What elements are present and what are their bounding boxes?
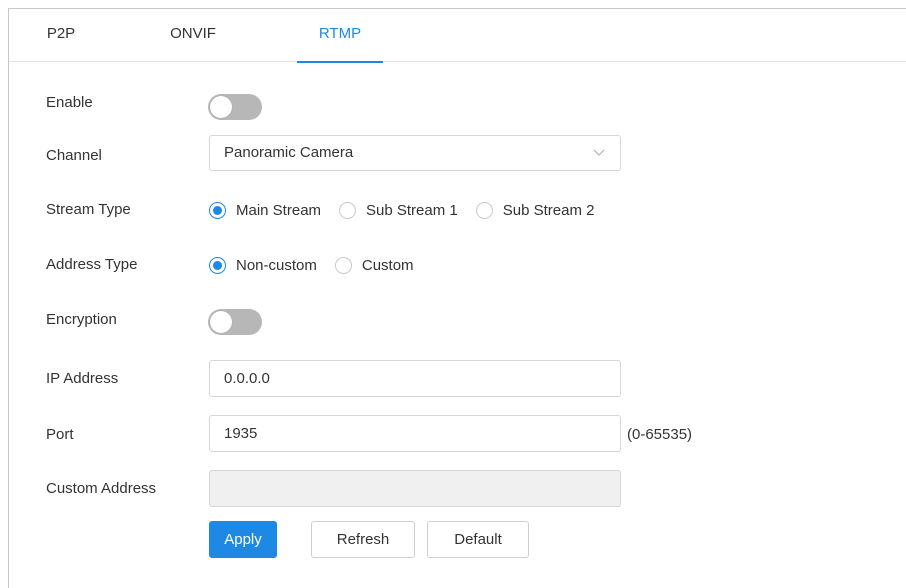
address-type-radio-group: Non-custom Custom xyxy=(209,253,432,277)
custom-address-field[interactable] xyxy=(209,470,621,507)
port-range-hint: (0-65535) xyxy=(627,426,693,443)
radio-custom[interactable]: Custom xyxy=(334,256,414,274)
radio-unchecked-icon xyxy=(334,256,352,274)
radio-checked-icon xyxy=(209,256,226,274)
channel-select[interactable]: Panoramic Camera xyxy=(209,135,621,171)
radio-label: Sub Stream 1 xyxy=(366,201,458,219)
tab-label: RTMP xyxy=(318,25,362,42)
enable-label: Enable xyxy=(46,94,93,111)
radio-non-custom[interactable]: Non-custom xyxy=(209,256,317,274)
radio-label: Main Stream xyxy=(236,201,322,219)
radio-unchecked-icon xyxy=(339,201,357,219)
encryption-toggle[interactable] xyxy=(208,309,262,335)
radio-label: Custom xyxy=(361,256,414,274)
tab-bar: P2P ONVIF RTMP xyxy=(9,9,906,63)
encryption-label: Encryption xyxy=(46,311,117,328)
tab-label: P2P xyxy=(46,25,76,42)
chevron-down-icon xyxy=(593,149,605,156)
rtmp-settings-panel: P2P ONVIF RTMP Enable Channel Panoramic … xyxy=(8,8,906,588)
port-label: Port xyxy=(46,426,74,443)
active-tab-indicator xyxy=(297,61,383,63)
toggle-knob xyxy=(210,311,232,333)
port-field[interactable] xyxy=(209,415,621,452)
ip-address-label: IP Address xyxy=(46,370,119,387)
custom-address-label: Custom Address xyxy=(46,480,157,497)
refresh-button[interactable]: Refresh xyxy=(311,521,415,558)
channel-select-value: Panoramic Camera xyxy=(224,144,354,161)
radio-sub-stream-2[interactable]: Sub Stream 2 xyxy=(475,201,595,219)
radio-label: Non-custom xyxy=(236,256,317,274)
default-button[interactable]: Default xyxy=(427,521,529,558)
tab-onvif[interactable]: ONVIF xyxy=(165,9,221,62)
ip-address-field[interactable] xyxy=(209,360,621,397)
tab-label: ONVIF xyxy=(170,25,216,42)
address-type-label: Address Type xyxy=(46,256,138,273)
radio-checked-icon xyxy=(209,201,226,219)
stream-type-radio-group: Main Stream Sub Stream 1 Sub Stream 2 xyxy=(209,198,612,222)
channel-label: Channel xyxy=(46,147,102,164)
stream-type-label: Stream Type xyxy=(46,201,131,218)
tab-rtmp[interactable]: RTMP xyxy=(297,9,383,63)
apply-button[interactable]: Apply xyxy=(209,521,277,558)
toggle-knob xyxy=(210,96,232,118)
radio-sub-stream-1[interactable]: Sub Stream 1 xyxy=(339,201,458,219)
enable-toggle[interactable] xyxy=(208,94,262,120)
radio-main-stream[interactable]: Main Stream xyxy=(209,201,322,219)
radio-unchecked-icon xyxy=(475,201,493,219)
radio-label: Sub Stream 2 xyxy=(502,201,595,219)
tab-p2p[interactable]: P2P xyxy=(43,9,79,62)
